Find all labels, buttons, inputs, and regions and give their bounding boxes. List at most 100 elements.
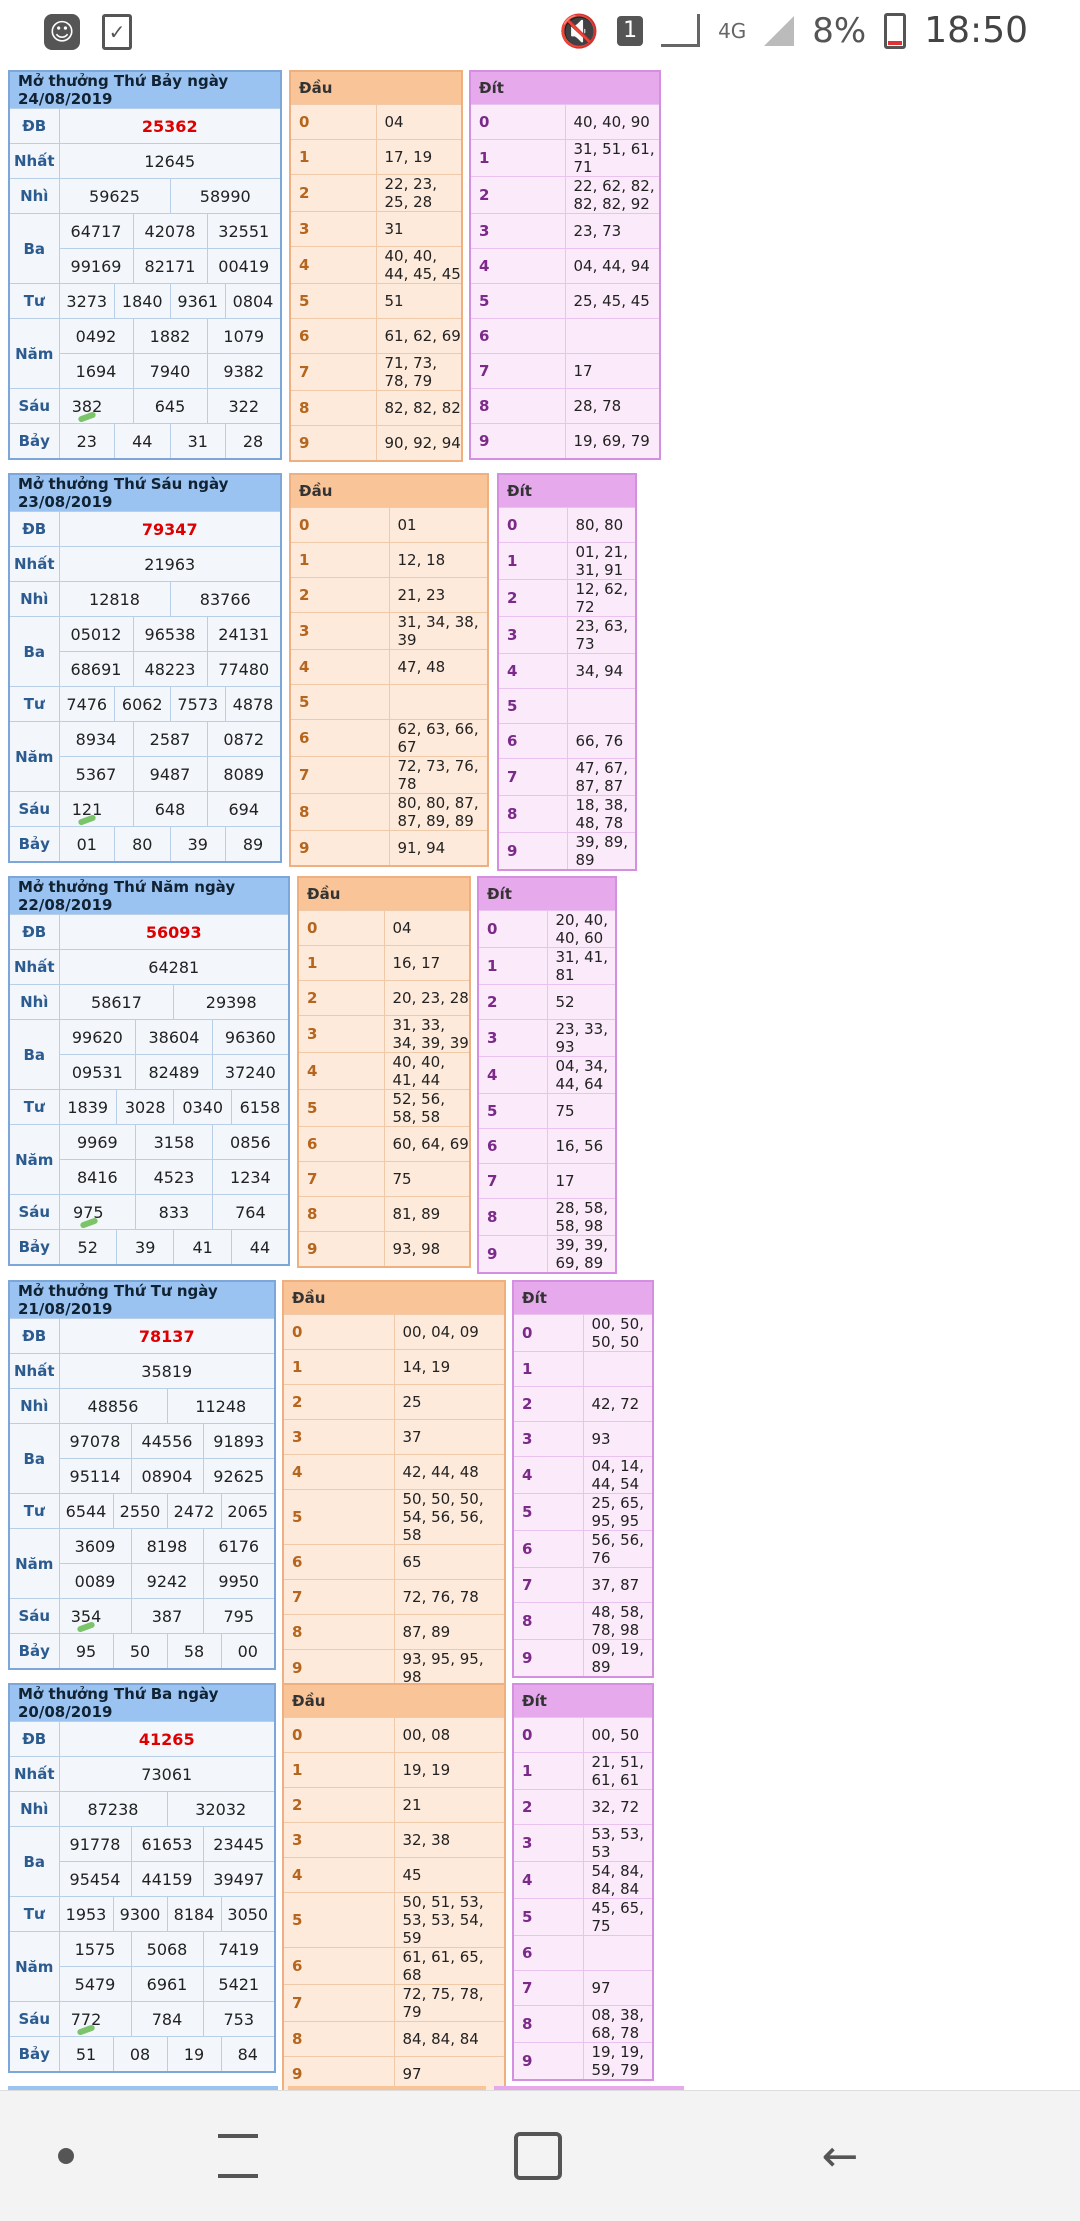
prize-label-bay: Bảy [8,2036,60,2073]
prize-label-tu: Tư [8,1493,60,1529]
dit-panel: Đít 0 80, 80 1 01, 21, 31, 91 2 12, 62, 72 3 23,… [497,473,637,871]
prize-ba-value: 44159 [130,1861,204,1897]
dit-digit: 8 [498,795,568,833]
home-button[interactable] [498,2121,578,2191]
recent-apps-button[interactable] [198,2121,278,2191]
dit-digit: 2 [470,176,566,214]
dau-values: 45 [394,1857,505,1893]
prize-bay-value: 52 [58,1229,117,1266]
prize-bay-value: 08 [112,2036,168,2073]
dau-digit: 1 [283,1752,395,1788]
dau-values: 00, 04, 09 [394,1314,505,1350]
dau-digit: 5 [283,1892,395,1948]
prize-label-ba: Ba [8,213,60,284]
dit-values [565,318,660,354]
dau-panel: Đầu 0 04 1 17, 19 2 22, 23, 25, 28 3 31 4 40, 40, … [289,70,463,462]
prize-label-nam: Năm [8,721,60,792]
dau-panel: Đầu 0 04 1 16, 17 2 20, 23, 28 3 31, 33, 34, 39,… [297,876,471,1268]
dau-digit: 4 [290,246,377,284]
dau-values: 75 [384,1161,470,1197]
dit-digit: 1 [478,947,548,985]
home-dot-button[interactable] [26,2121,106,2191]
dit-values: 28, 78 [565,388,660,424]
prize-nam-value: 1882 [132,318,208,354]
prize-sau-text: 784 [151,2009,183,2029]
prize-nam-value: 5367 [58,756,134,792]
result-panel: Mở thưởng Thứ Năm ngày 22/08/2019 ĐB 56093… [8,876,290,1266]
prize-ba-value: 82171 [132,248,208,284]
dit-digit: 3 [470,213,566,249]
dau-values: 72, 76, 78 [394,1579,505,1615]
dau-values: 00, 08 [394,1717,505,1753]
prize-sau-value: 322 [206,388,282,424]
dau-panel: Đầu 0 01 1 12, 18 2 21, 23 3 31, 34, 38, 39 4 47, … [289,473,489,867]
prize-nam-value: 5068 [130,1931,204,1967]
prize-ba-value: 97078 [58,1423,132,1459]
dau-digit: 6 [283,1544,395,1580]
dau-values: 19, 19 [394,1752,505,1788]
dit-table: Đít 0 00, 50 1 21, 51, 61, 61 2 32, 72 3 53, 53,… [512,1683,654,2081]
dau-values: 52, 56, 58, 58 [384,1089,470,1127]
prize-label-db: ĐB [8,511,60,547]
dit-values: 23, 73 [565,213,660,249]
dit-values: 39, 39, 69, 89 [547,1235,616,1274]
dau-digit: 2 [283,1787,395,1823]
prize-nhi-value: 32032 [166,1791,276,1827]
recents-icon [218,2134,258,2178]
dau-values: 42, 44, 48 [394,1454,505,1490]
prize-sau-value: 382 [58,388,134,424]
dit-digit: 3 [478,1019,548,1057]
prize-nhi-value: 58617 [58,984,175,1020]
prize-sau-value: 764 [211,1194,290,1230]
prize-ba-value: 48223 [132,651,208,687]
dit-values: 12, 62, 72 [567,579,636,617]
dau-values: 65 [394,1544,505,1580]
prize-nam-value: 5421 [202,1966,276,2002]
prize-sau-text: 645 [154,396,186,416]
dit-digit: 7 [470,353,566,389]
dit-header: Đít [513,1281,653,1315]
dit-values: 00, 50, 50, 50 [583,1314,653,1352]
dit-digit: 7 [513,1567,584,1603]
prize-label-sau: Sáu [8,1194,60,1230]
prize-sau-value: 753 [202,2001,276,2037]
dau-digit: 5 [283,1489,395,1545]
dit-digit: 0 [513,1314,584,1352]
result-title: Mở thưởng Thứ Sáu ngày 23/08/2019 [8,473,282,512]
prize-ba-value: 39497 [202,1861,276,1897]
dau-digit: 8 [283,2021,395,2057]
prize-ba-value: 37240 [211,1054,290,1090]
prize-ba-value: 77480 [206,651,282,687]
result-title: Mở thưởng Thứ Bảy ngày 24/08/2019 [8,70,282,109]
dit-digit: 2 [513,1789,584,1825]
back-button[interactable]: ← [800,2121,880,2191]
dit-digit: 8 [513,2005,584,2043]
prize-bay-value: 51 [58,2036,114,2073]
prize-label-nam: Năm [8,1931,60,2002]
dau-digit: 0 [290,104,377,140]
prize-label-nhi: Nhì [8,178,60,214]
dau-digit: 3 [290,612,390,650]
dit-values: 17 [547,1163,616,1199]
dau-values: 40, 40, 41, 44 [384,1052,470,1090]
dit-values: 97 [583,1970,653,2006]
dau-values: 22, 23, 25, 28 [376,174,462,212]
prize-tu-value: 7573 [169,686,226,722]
dit-digit: 4 [478,1056,548,1094]
dit-digit: 0 [513,1717,584,1753]
prize-nam-value: 6176 [202,1528,276,1564]
prize-bay-value: 39 [115,1229,175,1266]
prize-sau-text: 975 [73,1202,104,1222]
prize-db-value: 79347 [58,511,282,547]
dau-values: 16, 17 [384,945,470,981]
dau-values: 37 [394,1419,505,1455]
prize-label-db: ĐB [8,108,60,144]
dau-digit: 3 [290,211,377,247]
dau-table: Đầu 0 04 1 17, 19 2 22, 23, 25, 28 3 31 4 40, 40, … [289,70,463,462]
dau-header: Đầu [283,1684,505,1718]
prize-sau-text: 795 [223,1606,255,1626]
dit-values: 04, 44, 94 [565,248,660,284]
prize-ba-value: 08904 [130,1458,204,1494]
wifi-signal-icon [661,14,701,47]
prize-label-nhi: Nhì [8,1791,60,1827]
